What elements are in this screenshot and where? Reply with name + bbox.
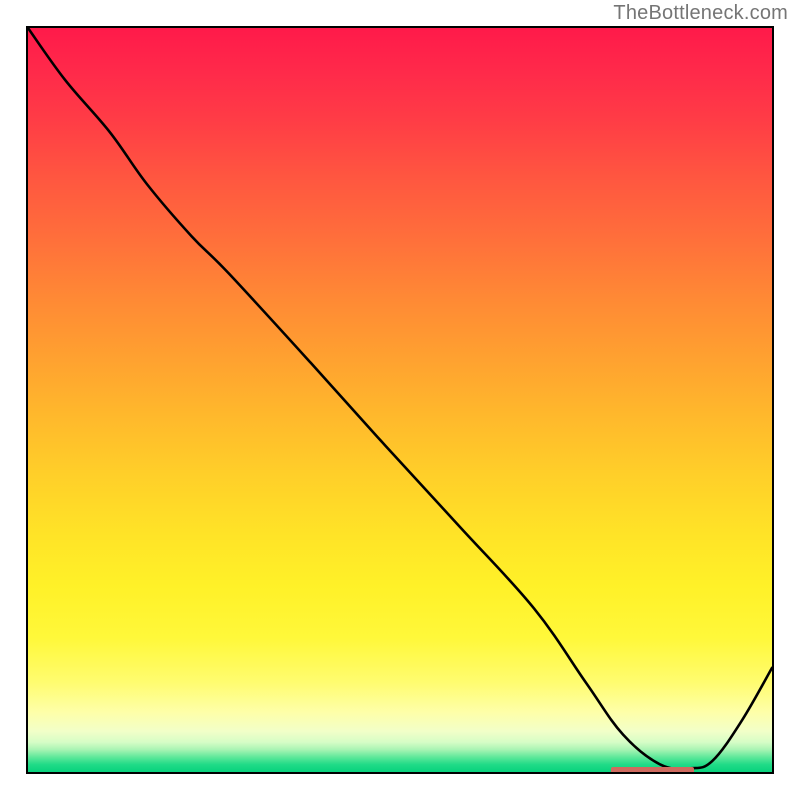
optimal-zone-marker [611, 767, 693, 774]
bottleneck-curve-line [28, 28, 772, 769]
chart-line-layer [28, 28, 772, 772]
chart-plot-area [26, 26, 774, 774]
attribution-text: TheBottleneck.com [613, 2, 788, 25]
